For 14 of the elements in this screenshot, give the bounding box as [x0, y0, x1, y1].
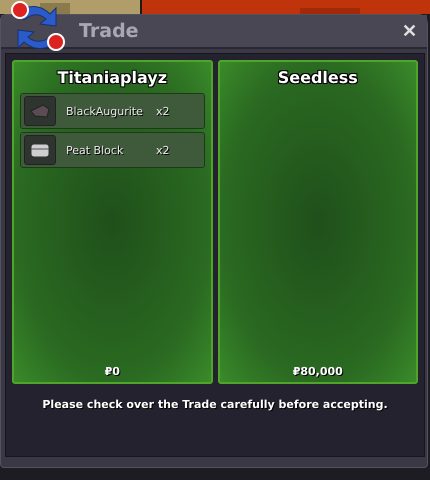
- money-amount: ₽0: [104, 365, 120, 378]
- item-quantity: x2: [156, 144, 170, 156]
- item-slot[interactable]: Peat Block x2: [20, 132, 204, 168]
- item-name: BlackAugurite: [66, 104, 144, 118]
- notice-text: Please check over the Trade carefully before accepting.: [41, 398, 389, 411]
- stone-icon: [29, 103, 51, 119]
- item-name: Peat Block: [66, 144, 124, 156]
- item-slot[interactable]: BlackAugurite x2: [20, 93, 204, 129]
- item-quantity: x2: [156, 104, 170, 118]
- player-name: Titaniaplayz: [58, 68, 167, 87]
- window-title: Trade: [79, 20, 139, 42]
- money-amount: ₽80,000: [292, 365, 343, 378]
- player-name: Seedless: [278, 68, 358, 87]
- close-button[interactable]: ✕: [400, 20, 419, 42]
